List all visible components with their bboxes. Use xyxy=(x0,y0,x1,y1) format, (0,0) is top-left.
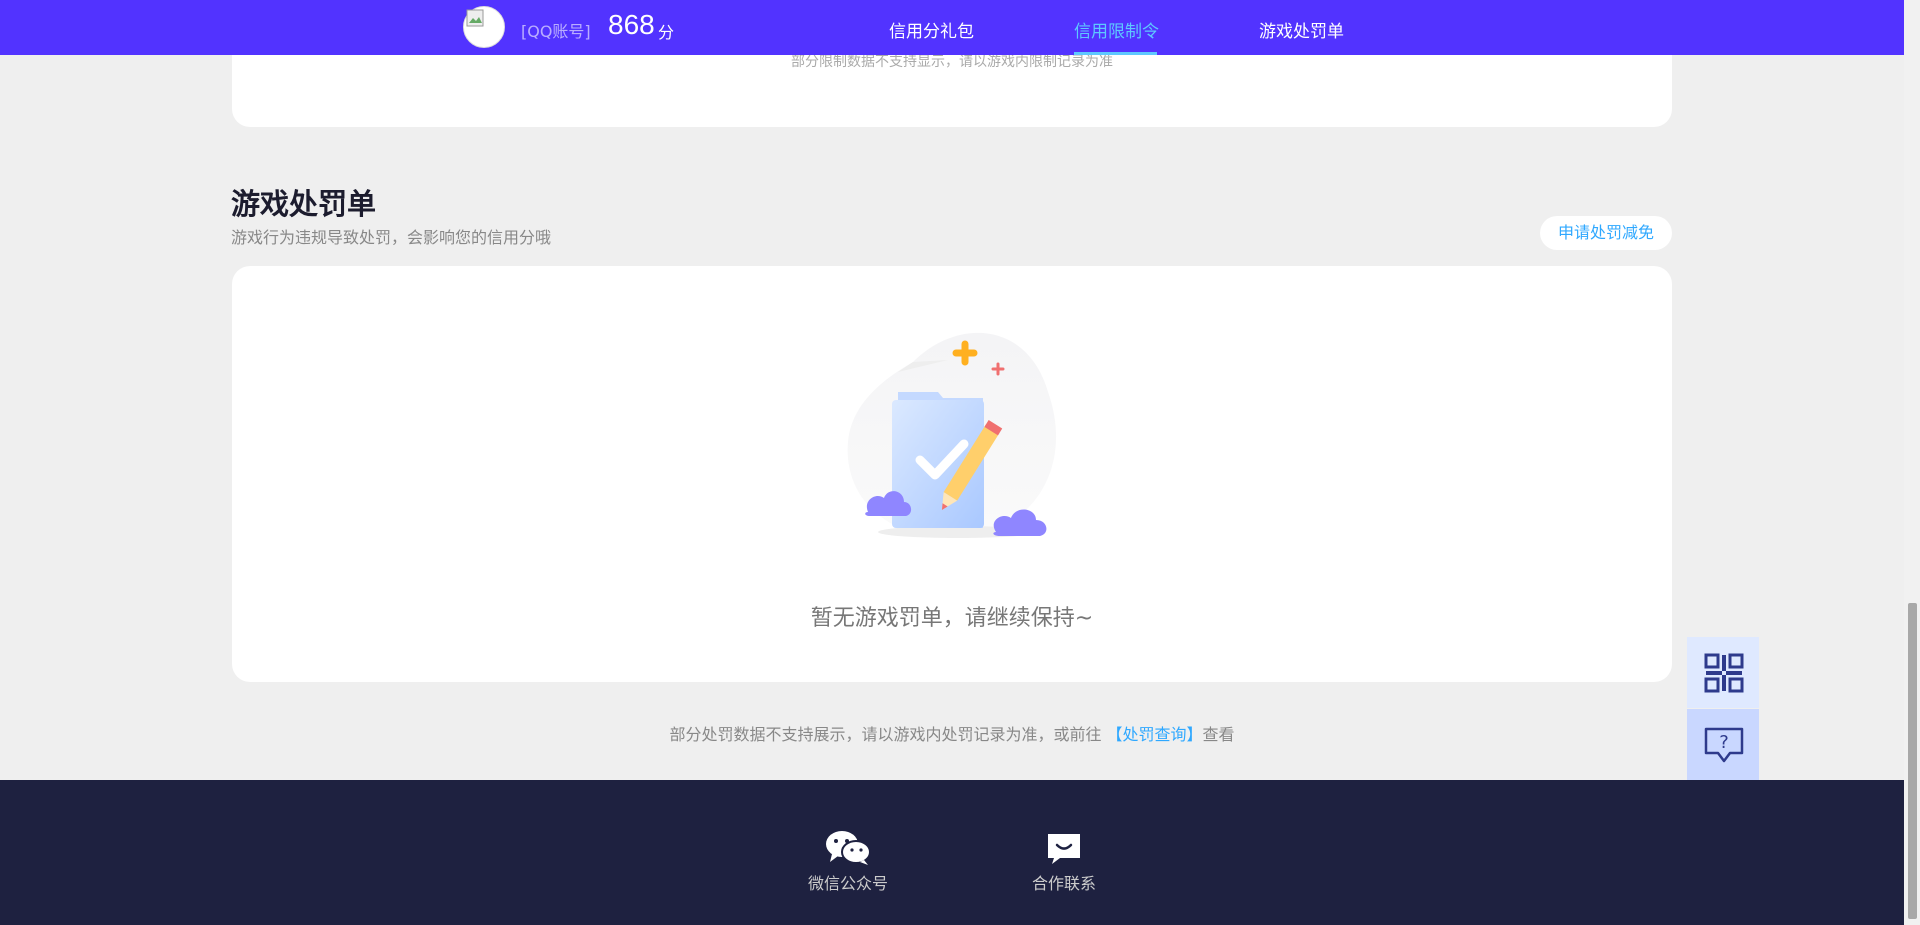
qr-code-icon xyxy=(1704,653,1744,693)
footer-wechat[interactable]: 微信公众号 xyxy=(805,830,891,894)
question-chat-icon: ? xyxy=(1704,727,1744,763)
footer-contact-label: 合作联系 xyxy=(1031,874,1096,893)
scrollbar-thumb[interactable] xyxy=(1908,603,1917,919)
penalty-card: 暂无游戏罚单，请继续保持~ xyxy=(232,266,1672,682)
footnote-text: 部分处罚数据不支持展示，请以游戏内处罚记录为准，或前往 xyxy=(669,725,1107,744)
penalty-query-link[interactable]: 【处罚查询】 xyxy=(1107,725,1203,744)
empty-state-text: 暂无游戏罚单，请继续保持~ xyxy=(810,606,1094,631)
footer-contact[interactable]: 合作联系 xyxy=(1029,830,1099,894)
apply-penalty-reduction-button[interactable]: 申请处罚减免 xyxy=(1540,216,1672,250)
chat-icon xyxy=(1048,834,1080,864)
help-button[interactable]: ? xyxy=(1687,709,1759,780)
active-nav-underline xyxy=(1074,52,1157,55)
wechat-icon xyxy=(826,831,871,865)
avatar[interactable] xyxy=(463,6,505,48)
svg-text:?: ? xyxy=(1719,732,1729,753)
footer: 微信公众号 合作联系 xyxy=(0,780,1904,925)
broken-image-icon xyxy=(466,9,484,27)
top-navbar: [QQ账号] 868 分 信用分礼包 信用限制令 游戏处罚单 xyxy=(0,0,1904,55)
nav-credit-restriction[interactable]: 信用限制令 xyxy=(1074,17,1159,42)
penalty-footnote: 部分处罚数据不支持展示，请以游戏内处罚记录为准，或前往 【处罚查询】查看 xyxy=(0,721,1904,745)
nav-game-penalty[interactable]: 游戏处罚单 xyxy=(1259,17,1344,42)
account-type-label: [QQ账号] xyxy=(521,22,591,41)
qr-code-button[interactable] xyxy=(1687,637,1759,708)
vertical-scrollbar[interactable] xyxy=(1904,0,1920,925)
section-title: 游戏处罚单 xyxy=(231,187,377,221)
footer-wechat-label: 微信公众号 xyxy=(807,874,888,893)
credit-score-unit: 分 xyxy=(658,23,675,42)
empty-state-illustration xyxy=(847,332,1057,538)
section-subtitle: 游戏行为违规导致处罚，会影响您的信用分哦 xyxy=(231,228,552,247)
credit-score: 868 xyxy=(608,9,655,40)
footnote-suffix: 查看 xyxy=(1202,725,1235,744)
nav-credit-gift[interactable]: 信用分礼包 xyxy=(889,17,974,42)
